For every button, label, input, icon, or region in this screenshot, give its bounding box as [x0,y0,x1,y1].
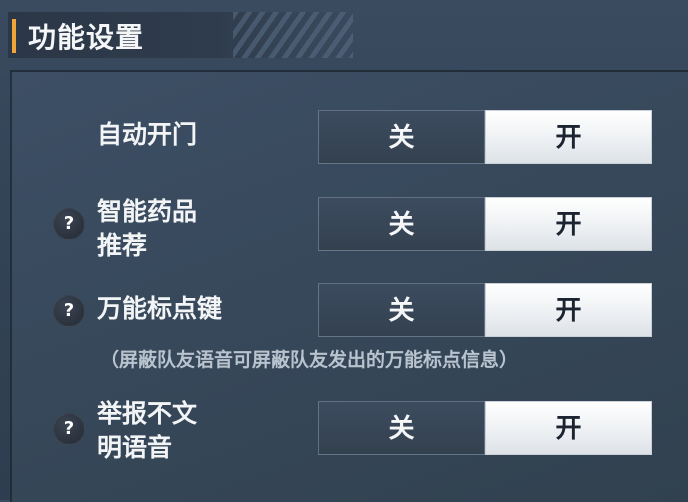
help-icon[interactable]: ? [53,295,85,327]
toggle-on-button[interactable]: 开 [485,197,652,251]
setting-label-line: 举报不文 [97,399,198,428]
help-icon[interactable]: ? [53,413,85,445]
header-stripes [233,12,353,58]
toggle-off-button[interactable]: 关 [318,401,485,455]
toggle-on-button[interactable]: 开 [485,401,652,455]
setting-label-line: 明语音 [97,433,173,462]
toggle-universal-marker: 关 开 [318,283,652,337]
setting-label-line: 自动开门 [97,120,198,149]
setting-note: （屏蔽队友语音可屏蔽队友发出的万能标点信息） [100,349,519,371]
setting-label-line: 万能标点键 [97,294,223,323]
toggle-off-button[interactable]: 关 [318,197,485,251]
toggle-off-button[interactable]: 关 [318,110,485,164]
setting-label-universal-marker: 万能标点键 [97,292,222,326]
page-title: 功能设置 [28,21,145,54]
setting-label-line: 推荐 [97,231,148,260]
setting-label-auto-door: 自动开门 [97,118,197,152]
toggle-smart-medicine: 关 开 [318,197,652,251]
toggle-on-button[interactable]: 开 [485,283,652,337]
toggle-on-button[interactable]: 开 [485,110,652,164]
setting-label-line: 智能药品 [97,197,198,226]
toggle-auto-door: 关 开 [318,110,652,164]
toggle-report-voice: 关 开 [318,401,652,455]
header-accent-bar [12,19,16,53]
setting-label-smart-medicine: 智能药品 推荐 [97,195,197,263]
setting-label-report-voice: 举报不文 明语音 [97,397,197,465]
toggle-off-button[interactable]: 关 [318,283,485,337]
help-icon[interactable]: ? [53,208,85,240]
